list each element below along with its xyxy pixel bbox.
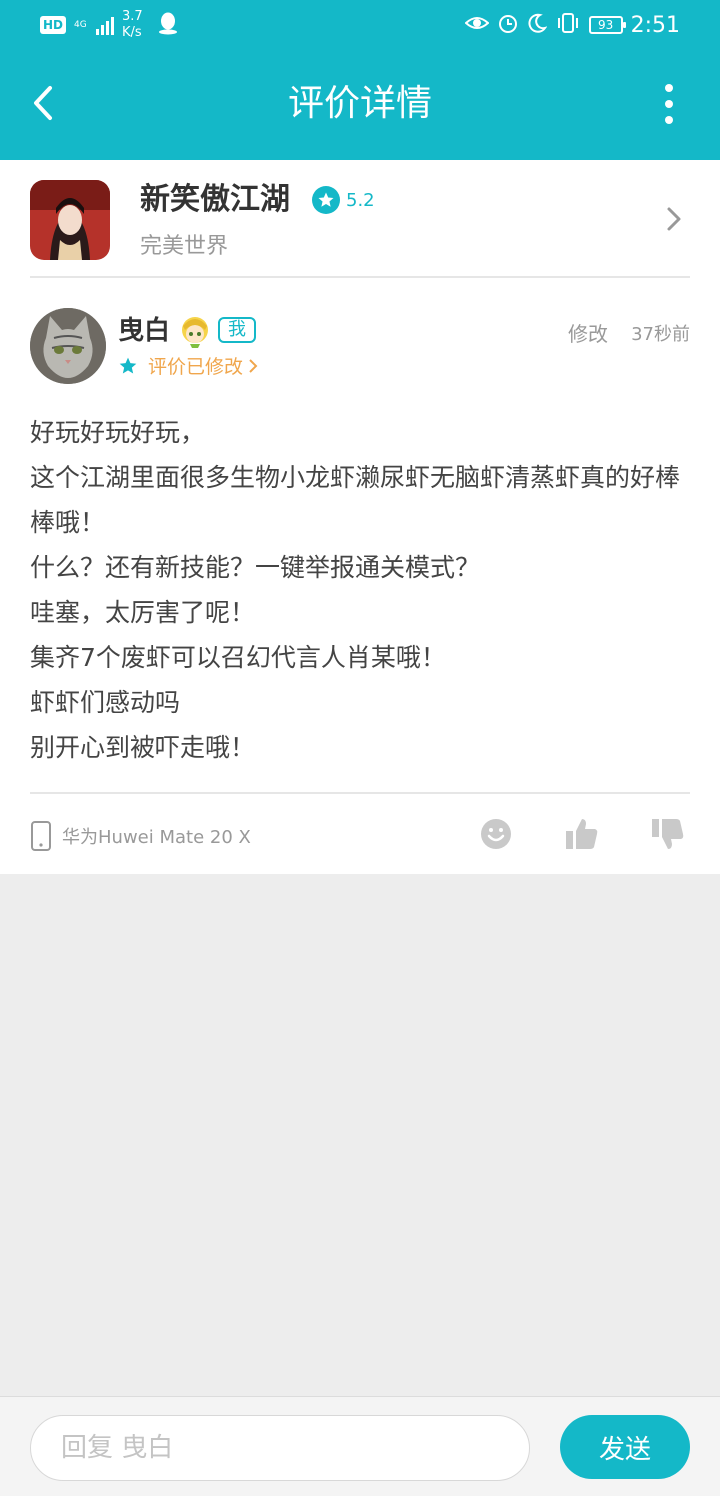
send-button[interactable]: 发送 (560, 1415, 690, 1479)
battery-icon: 93 (588, 16, 626, 34)
review-line: 别开心到被吓走哦！ (30, 733, 256, 762)
reply-input[interactable] (30, 1415, 530, 1481)
review-line: 虾虾们感动吗 (30, 688, 181, 717)
me-tag: 我 (218, 317, 256, 343)
alarm-icon (497, 12, 519, 38)
review-card: 新笑傲江湖 5.2 完美世界 曳白 我 评价已修改 修改 37秒前 好玩好玩好玩… (0, 160, 720, 874)
review-line: 哇塞，太厉害了呢！ (30, 598, 256, 627)
app-header: 评价详情 (0, 50, 720, 160)
more-button[interactable] (654, 82, 684, 126)
net-speed-unit: K/s (122, 25, 142, 40)
rating-star-icon (118, 356, 138, 376)
rating-value: 5.2 (346, 189, 375, 211)
dislike-button[interactable] (650, 816, 686, 852)
eye-icon (464, 13, 490, 37)
hd-indicator: HD (40, 16, 67, 34)
game-name: 新笑傲江湖 (140, 182, 290, 217)
qq-icon (157, 11, 179, 39)
device-name: 华为Huwei Mate 20 X (62, 827, 251, 848)
vibrate-icon (555, 12, 581, 38)
signal-icon (96, 15, 115, 35)
review-modified-link[interactable]: 评价已修改 (148, 352, 259, 379)
chevron-right-icon (249, 358, 258, 373)
clock: 2:51 (630, 12, 680, 38)
status-bar: HD 4G 3.7 K/s 93 2:51 (0, 0, 720, 50)
top-bar: HD 4G 3.7 K/s 93 2:51 评价详情 (0, 0, 720, 160)
device-info: 华为Huwei Mate 20 X (30, 818, 251, 854)
edit-button[interactable]: 修改 (568, 318, 608, 347)
phone-icon (31, 821, 51, 851)
chevron-right-icon (664, 204, 684, 234)
review-line: 集齐7个废虾可以召幻代言人肖某哦！ (30, 643, 446, 672)
game-publisher: 完美世界 (140, 234, 229, 259)
more-vertical-icon (665, 84, 673, 124)
moon-icon (527, 13, 547, 37)
network-type: 4G (74, 19, 87, 30)
thumbs-up-icon (566, 819, 598, 849)
net-speed-value: 3.7 (122, 9, 143, 24)
review-text: 好玩好玩好玩， 这个江湖里面很多生物小龙虾濑尿虾无脑虾清蒸虾真的好棒棒哦！ 什么… (30, 410, 690, 770)
like-button[interactable] (564, 816, 600, 852)
game-rating: 5.2 (312, 186, 375, 214)
divider (30, 792, 690, 794)
reviewer-name[interactable]: 曳白 (118, 314, 170, 348)
game-info-row[interactable]: 新笑傲江湖 5.2 完美世界 (30, 160, 690, 278)
reviewer-row: 曳白 我 评价已修改 修改 37秒前 (30, 308, 690, 388)
avatar[interactable] (30, 308, 106, 384)
reply-bar: 发送 (0, 1396, 720, 1496)
net-speed: 3.7 K/s (122, 9, 143, 41)
game-icon (30, 180, 110, 260)
thumbs-down-icon (652, 819, 684, 849)
review-line: 好玩好玩好玩， (30, 418, 206, 447)
page-title: 评价详情 (287, 83, 432, 124)
emoji-button[interactable] (478, 816, 514, 852)
smiley-icon (481, 819, 511, 849)
modified-label: 评价已修改 (148, 356, 244, 378)
star-icon (312, 186, 340, 214)
review-time: 37秒前 (631, 324, 690, 345)
review-line: 什么？还有新技能？一键举报通关模式？ (30, 553, 481, 582)
level-badge-icon (178, 312, 212, 348)
review-line: 这个江湖里面很多生物小龙虾濑尿虾无脑虾清蒸虾真的好棒棒哦！ (30, 463, 681, 537)
